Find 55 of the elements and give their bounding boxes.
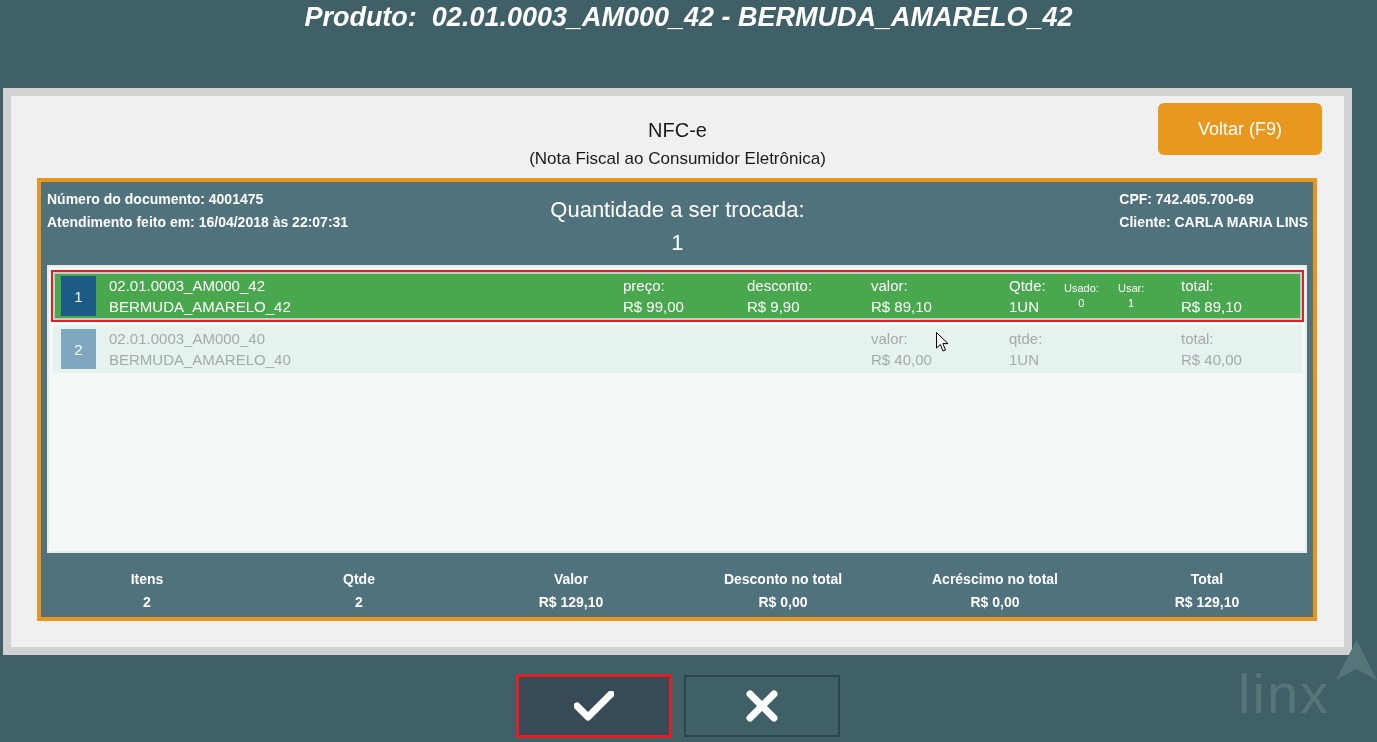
field-value: R$ 9,90 <box>747 297 800 317</box>
field-value: R$ 89,10 <box>1181 297 1242 317</box>
field-label: valor: <box>871 329 908 349</box>
document-number: Número do documento: 4001475 <box>47 190 265 209</box>
close-icon <box>745 690 778 722</box>
total-value: R$ 0,00 <box>758 593 808 612</box>
field-label: qtde: <box>1009 329 1043 349</box>
field-label: total: <box>1181 329 1214 349</box>
field-label: valor: <box>871 276 908 296</box>
confirm-button[interactable] <box>515 674 672 738</box>
customer-cpf: CPF: 742.405.700-69 <box>1119 190 1254 209</box>
item-number: 1 <box>61 276 96 316</box>
total-value: R$ 0,00 <box>970 593 1020 612</box>
cancel-button[interactable] <box>683 675 840 737</box>
total-label: Valor <box>553 570 589 589</box>
field-label: preço: <box>623 276 665 296</box>
exchange-quantity-label: Quantidade a ser trocada: <box>550 196 805 224</box>
product-code: 02.01.0003_AM000_42 <box>109 276 266 296</box>
dialog-title: NFC-e <box>648 118 707 143</box>
total-value: R$ 129,10 <box>538 593 604 612</box>
customer-name: Cliente: CARLA MARIA LINS <box>1119 213 1308 232</box>
total-label: Desconto no total <box>723 570 843 589</box>
item-number: 2 <box>61 329 96 369</box>
field-value: R$ 40,00 <box>871 350 932 370</box>
field-label: Qtde: <box>1009 276 1046 296</box>
total-label: Itens <box>130 570 164 589</box>
total-value: 2 <box>355 593 363 612</box>
field-label: total: <box>1181 276 1214 296</box>
total-label: Acréscimo no total <box>932 570 1058 589</box>
field-value: R$ 40,00 <box>1181 350 1242 370</box>
field-value: R$ 89,10 <box>871 297 932 317</box>
field-label: Usar: <box>1118 281 1145 296</box>
field-value: 1 <box>1128 296 1135 311</box>
dialog-subtitle: (Nota Fiscal ao Consumidor Eletrônica) <box>529 148 826 170</box>
field-value: 1UN <box>1009 297 1039 317</box>
check-icon <box>573 691 614 721</box>
product-name: BERMUDA_AMARELO_40 <box>109 350 292 370</box>
field-label: desconto: <box>747 276 813 296</box>
product-code: 02.01.0003_AM000_40 <box>109 329 266 349</box>
field-value: 1UN <box>1009 350 1039 370</box>
field-value: R$ 99,00 <box>623 297 684 317</box>
mouse-pointer-icon <box>936 332 949 352</box>
total-label: Qtde <box>343 570 375 589</box>
product-name: BERMUDA_AMARELO_42 <box>109 297 292 317</box>
product-title: Produto: 02.01.0003_AM000_42 - BERMUDA_AMARELO_42 <box>304 1 1073 34</box>
arrowhead-icon <box>1336 640 1377 680</box>
service-time: Atendimento feito em: 16/04/2018 às 22:07:31 <box>47 213 350 232</box>
back-button[interactable]: Voltar (F9) <box>1158 103 1322 155</box>
product-row[interactable]: 1 02.01.0003_AM000_42 BERMUDA_AMARELO_42 preço: R$ 99,00 desconto: R$ 9,90 valor: R$ 89,10 Qtde: 1UN Usado: 0 Usar: 1 total: R$ 89,10 <box>53 272 1302 320</box>
total-label: Total <box>1190 570 1224 589</box>
field-value: 0 <box>1078 296 1085 311</box>
exchange-quantity-value: 1 <box>671 229 684 257</box>
total-value: 2 <box>143 593 151 612</box>
field-label: Usado: <box>1064 281 1099 296</box>
total-value: R$ 129,10 <box>1174 593 1240 612</box>
